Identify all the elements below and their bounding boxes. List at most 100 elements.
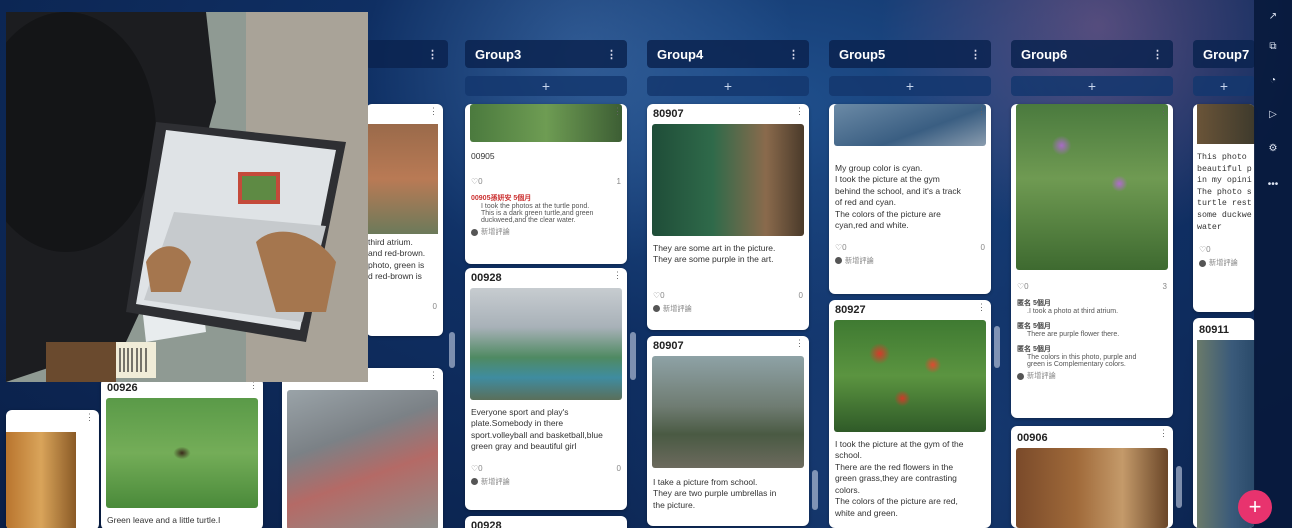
card-menu-icon[interactable]: ⋮	[795, 338, 804, 349]
card-menu-icon[interactable]: ⋮	[429, 106, 438, 117]
like-count[interactable]: ♡0	[471, 177, 483, 186]
card-menu-icon[interactable]: ⋮	[613, 270, 622, 281]
post-card[interactable]: ⋮ My group color is cyan. I took the pic…	[829, 104, 991, 294]
like-count[interactable]: ♡0	[835, 243, 847, 252]
column-title: Group7	[1203, 46, 1250, 62]
comment-item: 00905孫妍安 5個月 I took the photos at the tu…	[465, 192, 627, 225]
like-count[interactable]: ♡0	[1199, 245, 1211, 254]
add-comment[interactable]: 新增評論	[829, 254, 991, 268]
card-menu-icon[interactable]: ⋮	[1159, 428, 1168, 439]
post-text: Everyone sport and play's plate.Somebody…	[471, 407, 603, 452]
comment-count[interactable]: 0	[433, 302, 437, 311]
comment-count[interactable]: 0	[799, 291, 803, 300]
post-card[interactable]: 80907 ⋮ They are some art in the picture…	[647, 104, 809, 330]
post-title: 00928	[471, 520, 502, 528]
post-meta: ♡0 3	[1011, 280, 1173, 293]
column-scrollbar[interactable]	[449, 332, 455, 368]
user-avatar-icon	[835, 257, 842, 265]
column-header-group5[interactable]: Group5 ⋮	[829, 40, 991, 68]
add-comment[interactable]: 新增評論	[1011, 369, 1173, 383]
post-meta: ♡0 0	[829, 241, 991, 254]
column-menu-icon[interactable]: ⋮	[1152, 48, 1163, 61]
column-scrollbar[interactable]	[994, 326, 1000, 368]
comment-count[interactable]: 0	[981, 243, 985, 252]
card-menu-icon[interactable]: ⋮	[977, 302, 986, 313]
add-comment[interactable]: 新增評論	[465, 475, 627, 489]
post-card[interactable]: 00928	[465, 516, 627, 528]
crop-icon[interactable]: ⧉	[1264, 38, 1282, 56]
add-post-button[interactable]: +	[647, 76, 809, 96]
user-avatar-icon	[653, 305, 660, 313]
column-title: Group3	[475, 46, 522, 62]
like-count[interactable]: ♡0	[653, 291, 665, 300]
column-menu-icon[interactable]: ⋮	[970, 48, 981, 61]
more-icon[interactable]: •••	[1264, 176, 1282, 194]
post-photo	[470, 288, 622, 400]
commenter: 匿名 5個月	[1017, 300, 1051, 307]
add-post-fab[interactable]: +	[1238, 490, 1272, 524]
post-photo	[106, 398, 258, 508]
post-meta: 0	[366, 300, 443, 313]
post-card[interactable]: This photo beautiful p in my opini The p…	[1193, 104, 1255, 312]
card-menu-icon[interactable]: ⋮	[1159, 106, 1168, 117]
post-photo	[366, 124, 438, 234]
post-card[interactable]: ⋮ 00905 ♡0 1 00905孫妍安 5個月 I took the pho…	[465, 104, 627, 264]
post-card[interactable]: ⋮	[6, 410, 99, 528]
post-card[interactable]: ⋮	[282, 368, 443, 528]
add-comment[interactable]: 新增評論	[465, 225, 627, 239]
add-post-button[interactable]: +	[1011, 76, 1173, 96]
comment-count[interactable]: 3	[1163, 282, 1167, 291]
column-header-group6[interactable]: Group6 ⋮	[1011, 40, 1173, 68]
column-menu-icon[interactable]: ⋮	[606, 48, 617, 61]
post-card[interactable]: 00928 ⋮ Everyone sport and play's plate.…	[465, 268, 627, 510]
card-menu-icon[interactable]: ⋮	[795, 106, 804, 117]
photo-illustration	[6, 12, 368, 382]
post-photo	[652, 356, 804, 468]
play-icon[interactable]: ▷	[1264, 106, 1282, 124]
post-card[interactable]: 80907 ⋮ I take a picture from school. Th…	[647, 336, 809, 526]
bell-icon[interactable]: ◔	[1264, 72, 1282, 90]
like-count[interactable]: ♡0	[1017, 282, 1029, 291]
post-card[interactable]: ⋮ ♡0 3 匿名 5個月 .I took a photo at third a…	[1011, 104, 1173, 418]
card-menu-icon[interactable]: ⋮	[85, 412, 94, 423]
post-text: I took the picture at the gym of the sch…	[835, 439, 964, 518]
post-title: 80911	[1199, 324, 1229, 336]
column-header-group3[interactable]: Group3 ⋮	[465, 40, 627, 68]
post-photo	[470, 104, 622, 142]
post-meta: ♡0 0	[647, 289, 809, 302]
post-text: 00905	[471, 151, 495, 161]
like-count[interactable]: ♡0	[471, 464, 483, 473]
column-header-group7[interactable]: Group7	[1193, 40, 1255, 68]
share-icon[interactable]: ↗	[1264, 8, 1282, 26]
comment-count[interactable]: 1	[617, 177, 621, 186]
post-card[interactable]: 80927 ⋮ I took the picture at the gym of…	[829, 300, 991, 528]
card-menu-icon[interactable]: ⋮	[613, 106, 622, 117]
column-scrollbar[interactable]	[630, 332, 636, 380]
add-comment[interactable]: 新增評論	[1193, 256, 1255, 270]
comment-count[interactable]: 0	[617, 464, 621, 473]
card-menu-icon[interactable]: ⋮	[429, 370, 438, 381]
add-comment[interactable]: 新增評論	[647, 302, 809, 316]
column-menu-icon[interactable]: ⋮	[427, 48, 438, 61]
add-post-button[interactable]: +	[829, 76, 991, 96]
post-card[interactable]: ⋮ third atrium. and red-brown. photo, gr…	[366, 104, 443, 336]
post-meta: ♡0	[1193, 243, 1255, 256]
column-scrollbar[interactable]	[812, 470, 818, 510]
card-menu-icon[interactable]: ⋮	[977, 106, 986, 117]
column-scrollbar[interactable]	[1176, 466, 1182, 508]
add-post-button[interactable]: +	[1193, 76, 1255, 96]
post-meta: ♡0 0	[465, 462, 627, 475]
column-title: Group4	[657, 46, 704, 62]
add-post-button[interactable]: +	[465, 76, 627, 96]
user-avatar-icon	[471, 228, 478, 236]
settings-icon[interactable]: ⚙	[1264, 140, 1282, 158]
post-photo	[1016, 448, 1168, 528]
post-card[interactable]: 00906 ⋮	[1011, 426, 1173, 528]
column-header-group4[interactable]: Group4 ⋮	[647, 40, 809, 68]
post-title: 80907	[653, 340, 684, 352]
column-header-partial[interactable]: ⋮	[366, 40, 448, 68]
commenter: 匿名 5個月	[1017, 323, 1051, 330]
post-card[interactable]: 00926 ⋮ Green leave and a little turtle.…	[101, 378, 263, 528]
column-menu-icon[interactable]: ⋮	[788, 48, 799, 61]
post-photo	[834, 320, 986, 432]
